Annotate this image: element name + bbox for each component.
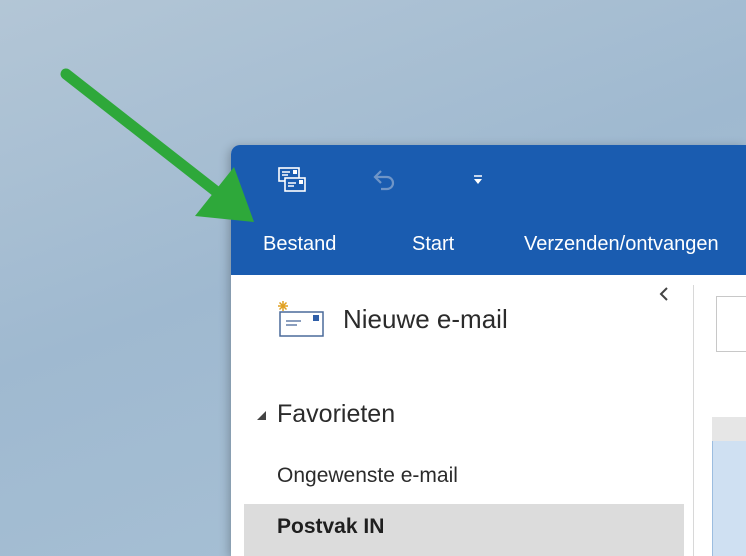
folder-item-inbox[interactable]: Postvak IN	[244, 504, 684, 556]
tab-bestand[interactable]: Bestand	[263, 233, 336, 256]
ribbon-tab-bar: Bestand Start Verzenden/ontvangen	[231, 219, 746, 275]
search-box[interactable]	[716, 296, 746, 352]
message-list-header	[712, 417, 746, 441]
outlook-window: Bestand Start Verzenden/ontvangen Nieuwe…	[231, 145, 746, 556]
message-list-pane	[694, 275, 746, 556]
new-mail-button[interactable]: Nieuwe e-mail	[277, 299, 508, 339]
new-mail-icon	[278, 301, 324, 337]
favorites-label: Favorieten	[277, 400, 396, 428]
tab-start[interactable]: Start	[412, 233, 454, 256]
customize-quick-access-icon[interactable]	[469, 171, 487, 189]
message-list-item[interactable]	[712, 441, 746, 556]
new-mail-label: Nieuwe e-mail	[343, 303, 508, 334]
send-receive-icon[interactable]	[275, 163, 309, 197]
title-bar	[231, 145, 746, 219]
main-content: Nieuwe e-mail Favorieten Ongewenste e-ma…	[231, 275, 746, 556]
tab-verzenden-ontvangen[interactable]: Verzenden/ontvangen	[524, 233, 719, 256]
undo-icon[interactable]	[367, 163, 401, 197]
collapse-pane-icon[interactable]	[657, 285, 671, 303]
favorites-header[interactable]: Favorieten	[255, 400, 395, 429]
folder-item-junk[interactable]: Ongewenste e-mail	[277, 464, 458, 488]
collapse-caret-icon	[257, 410, 266, 420]
folder-item-inbox-label: Postvak IN	[277, 515, 385, 538]
